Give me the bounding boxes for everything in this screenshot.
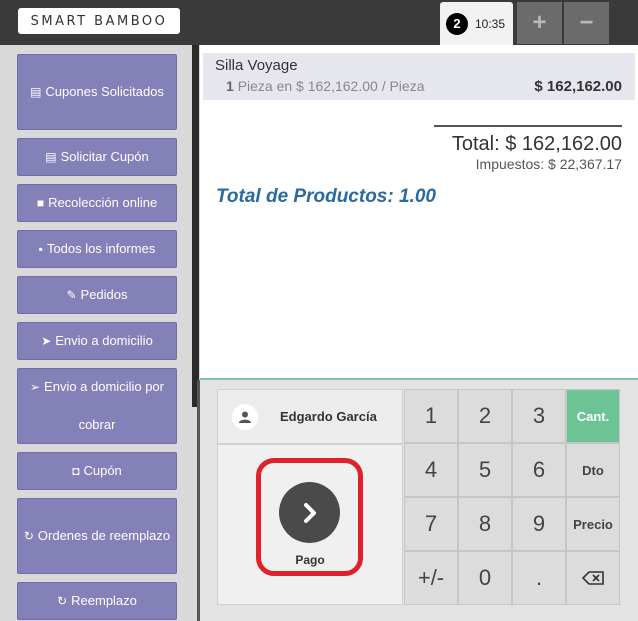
sidebar-item-label: Reemplazo: [71, 593, 137, 608]
sidebar-item-label: Cupones Solicitados: [45, 84, 164, 99]
product-unit-price: Pieza en $ 162,162.00 / Pieza: [237, 78, 425, 94]
product-name: Silla Voyage: [215, 57, 298, 74]
sidebar-item-label: Cupón: [83, 463, 122, 478]
sidebar-item-reemplazo[interactable]: ↻ Reemplazo: [17, 582, 177, 620]
key-9[interactable]: 9: [512, 497, 566, 551]
gift-icon: ◘: [72, 464, 80, 478]
paperclip-icon: ✎: [66, 288, 77, 302]
totals-block: Total: $ 162,162.00 Impuestos: $ 22,367.…: [434, 125, 622, 172]
key-4[interactable]: 4: [404, 443, 458, 497]
key-2[interactable]: 2: [458, 389, 512, 443]
paper-plane-icon: ➤: [41, 334, 52, 348]
coupon-icon: ▤: [30, 85, 42, 99]
key-7[interactable]: 7: [404, 497, 458, 551]
product-qty: 1: [226, 78, 234, 94]
shopping-bag-icon: ■: [36, 196, 45, 210]
key-decimal[interactable]: .: [512, 551, 566, 605]
key-0[interactable]: 0: [458, 551, 512, 605]
customer-name: Edgardo García: [280, 409, 377, 424]
sidebar-item-cupones-solicitados[interactable]: ▤ Cupones Solicitados: [17, 54, 177, 130]
sidebar-item-ordenes-de-reemplazo[interactable]: ↻ Ordenes de reemplazo: [17, 498, 177, 574]
product-detail: 1 Pieza en $ 162,162.00 / Pieza: [226, 78, 425, 94]
pay-button[interactable]: [279, 482, 340, 543]
refresh-icon: ↻: [23, 529, 34, 543]
order-line[interactable]: Silla Voyage 1 Pieza en $ 162,162.00 / P…: [203, 53, 635, 100]
sidebar-item-label: Todos los informes: [46, 241, 156, 256]
refresh-icon: ↻: [57, 594, 68, 608]
key-3[interactable]: 3: [512, 389, 566, 443]
sidebar-item-envio-a-domicilio-por-cobrar[interactable]: ➢ Envio a domicilio por cobrar: [17, 368, 177, 444]
order-ticket: Silla Voyage 1 Pieza en $ 162,162.00 / P…: [200, 45, 638, 378]
sidebar-item-recoleccion-online[interactable]: ■ Recolección online: [17, 184, 177, 222]
sidebar-item-label: Ordenes de reemplazo: [37, 528, 171, 543]
logo: SMART BAMBOO: [18, 8, 180, 34]
chevron-right-icon: [303, 502, 316, 523]
mode-price-button[interactable]: Precio: [566, 497, 620, 551]
sidebar-item-label: Envio a domicilio: [55, 333, 153, 348]
paper-plane-outline-icon: ➢: [29, 380, 41, 394]
backspace-button[interactable]: [566, 551, 620, 605]
sidebar-item-label: Pedidos: [80, 287, 128, 302]
key-5[interactable]: 5: [458, 443, 512, 497]
sidebar-item-envio-a-domicilio[interactable]: ➤ Envio a domicilio: [17, 322, 177, 360]
top-bar: SMART BAMBOO 2 10:35 + −: [0, 0, 638, 45]
pay-label: Pago: [295, 553, 325, 567]
report-icon: ▪: [38, 242, 43, 256]
key-6[interactable]: 6: [512, 443, 566, 497]
order-number-badge: 2: [446, 12, 468, 35]
mode-quantity-button[interactable]: Cant.: [566, 389, 620, 443]
user-icon: [232, 403, 258, 430]
total-products: Total de Productos: 1.00: [216, 186, 436, 207]
sidebar-item-label: Recolección online: [48, 195, 158, 210]
key-plus-minus[interactable]: +/-: [404, 551, 458, 605]
order-tab[interactable]: 2 10:35: [440, 2, 513, 45]
sidebar-item-label: Envio a domicilio por cobrar: [44, 379, 164, 432]
key-8[interactable]: 8: [458, 497, 512, 551]
sidebar-item-todos-los-informes[interactable]: ▪ Todos los informes: [17, 230, 177, 268]
sidebar-item-cupon[interactable]: ◘ Cupón: [17, 452, 177, 490]
mode-discount-button[interactable]: Dto: [566, 443, 620, 497]
sidebar-item-solicitar-cupon[interactable]: ▤ Solicitar Cupón: [17, 138, 177, 176]
order-taxes: Impuestos: $ 22,367.17: [475, 156, 622, 172]
order-total: Total: $ 162,162.00: [451, 133, 622, 155]
customer-button[interactable]: Edgardo García: [217, 389, 403, 444]
sidebar-item-label: Solicitar Cupón: [60, 149, 149, 164]
remove-order-button[interactable]: −: [564, 2, 609, 44]
panel-edge: [197, 380, 200, 621]
sidebar-item-pedidos[interactable]: ✎ Pedidos: [17, 276, 177, 314]
order-time: 10:35: [475, 16, 506, 31]
product-price: $ 162,162.00: [534, 78, 622, 95]
sidebar-scrollbar[interactable]: [192, 45, 199, 407]
key-1[interactable]: 1: [404, 389, 458, 443]
add-order-button[interactable]: +: [517, 2, 562, 44]
coupon-icon: ▤: [45, 150, 57, 164]
backspace-icon: [582, 571, 604, 585]
